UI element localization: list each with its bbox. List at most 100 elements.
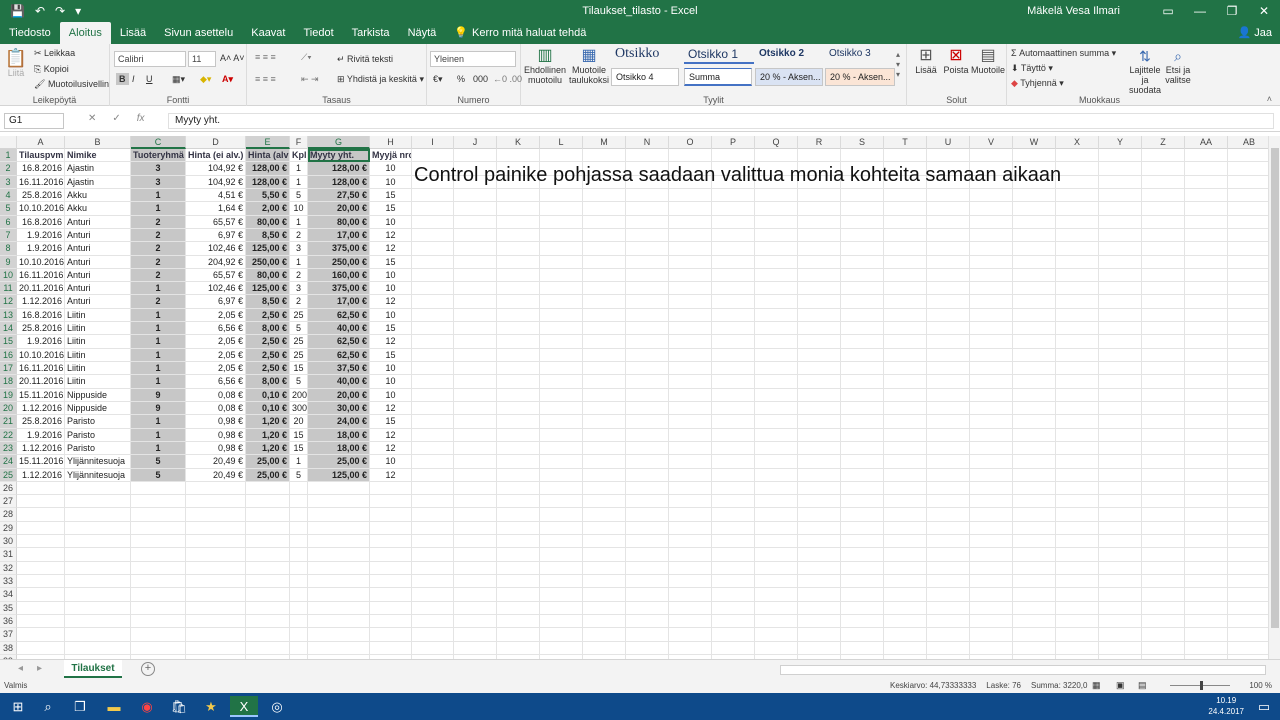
grid-cell[interactable] (1013, 348, 1056, 362)
grid-cell[interactable] (669, 335, 712, 349)
grid-cell[interactable] (540, 308, 583, 323)
grid-cell[interactable]: Liitin (65, 362, 131, 376)
grid-cell[interactable] (583, 308, 626, 323)
row-header[interactable]: 5 (0, 202, 17, 216)
grid-cell[interactable]: 12 (370, 295, 412, 309)
grid-cell[interactable] (540, 282, 583, 296)
grid-cell[interactable] (454, 308, 497, 323)
grid-cell[interactable] (1185, 188, 1228, 203)
grid-cell[interactable] (712, 561, 755, 575)
grid-cell[interactable]: 1 (290, 455, 308, 469)
grid-cell[interactable] (1056, 521, 1099, 536)
grid-cell[interactable] (370, 495, 412, 509)
grid-cell[interactable] (65, 575, 131, 589)
grid-cell[interactable] (454, 481, 497, 496)
grid-cell[interactable]: Paristo (65, 441, 131, 456)
grid-cell[interactable] (1056, 322, 1099, 336)
grid-cell[interactable] (884, 535, 927, 549)
grid-cell[interactable]: 16.11.2016 (17, 268, 65, 283)
grid-cell[interactable] (970, 628, 1013, 642)
grid-cell[interactable] (540, 255, 583, 269)
grid-cell[interactable] (841, 149, 884, 163)
style-accent-1[interactable]: 20 % - Aksen... (755, 68, 823, 86)
grid-cell[interactable] (884, 308, 927, 323)
grid-cell[interactable] (497, 388, 540, 402)
fill-color-icon[interactable]: ◆▾ (200, 74, 211, 85)
grid-cell[interactable] (454, 588, 497, 602)
grid-cell[interactable] (1013, 362, 1056, 376)
grid-cell[interactable] (370, 575, 412, 589)
grid-cell[interactable] (1099, 308, 1142, 323)
grid-cell[interactable] (1228, 614, 1271, 629)
grid-cell[interactable] (884, 415, 927, 429)
grid-cell[interactable] (1056, 282, 1099, 296)
grid-cell[interactable] (884, 322, 927, 336)
grid-cell[interactable]: 62,50 € (308, 348, 370, 362)
grid-cell[interactable] (669, 202, 712, 216)
styles-more-icon[interactable]: ▴ ▾ ▾ (896, 50, 900, 80)
grid-cell[interactable] (583, 508, 626, 522)
grid-cell[interactable]: 15 (290, 441, 308, 456)
grid-cell[interactable] (497, 348, 540, 362)
grid-cell[interactable] (412, 601, 454, 615)
app-icon[interactable]: ★ (197, 696, 225, 717)
grid-cell[interactable] (970, 508, 1013, 522)
grid-cell[interactable] (798, 322, 841, 336)
grid-cell[interactable] (454, 441, 497, 456)
grid-cell[interactable] (454, 295, 497, 309)
grid-cell[interactable]: 1.9.2016 (17, 242, 65, 256)
grid-cell[interactable] (583, 255, 626, 269)
grid-cell[interactable] (755, 588, 798, 602)
grid-cell[interactable] (454, 428, 497, 442)
grid-cell[interactable] (454, 575, 497, 589)
grid-cell[interactable] (497, 375, 540, 389)
grid-cell[interactable] (497, 415, 540, 429)
grid-cell[interactable] (1013, 242, 1056, 256)
grid-cell[interactable] (841, 362, 884, 376)
grid-cell[interactable] (583, 215, 626, 229)
grid-cell[interactable] (1228, 149, 1271, 163)
grid-cell[interactable] (1099, 588, 1142, 602)
grid-cell[interactable]: 15.11.2016 (17, 388, 65, 402)
grid-cell[interactable] (370, 535, 412, 549)
view-normal-icon[interactable]: ▦ (1092, 680, 1101, 691)
grid-cell[interactable]: 2 (290, 295, 308, 309)
row-header[interactable]: 3 (0, 175, 17, 189)
column-header-i[interactable]: I (412, 136, 454, 149)
grid-cell[interactable] (1013, 375, 1056, 389)
horizontal-align-icons[interactable]: ≡ ≡ ≡ (255, 74, 276, 84)
grid-cell[interactable]: 1 (131, 202, 186, 216)
grid-cell[interactable] (1099, 548, 1142, 562)
grid-cell[interactable] (497, 242, 540, 256)
grid-cell[interactable] (131, 495, 186, 509)
grid-cell[interactable] (927, 375, 970, 389)
grid-cell[interactable]: 10 (370, 375, 412, 389)
column-header-o[interactable]: O (669, 136, 712, 149)
grid-cell[interactable] (1056, 242, 1099, 256)
row-header[interactable]: 6 (0, 215, 17, 229)
grid-cell[interactable] (1185, 348, 1228, 362)
grid-cell[interactable] (1142, 601, 1185, 615)
grid-cell[interactable] (1142, 295, 1185, 309)
grid-cell[interactable] (841, 242, 884, 256)
grid-cell[interactable] (755, 362, 798, 376)
grid-cell[interactable] (454, 282, 497, 296)
grid-cell[interactable] (626, 641, 669, 655)
grid-cell[interactable] (669, 535, 712, 549)
style-heading-1[interactable]: Otsikko 1 (684, 46, 754, 64)
grid-cell[interactable]: 300 (290, 401, 308, 416)
grid-cell[interactable] (798, 628, 841, 642)
grid-cell[interactable] (927, 188, 970, 203)
grid-cell[interactable] (755, 495, 798, 509)
grid-cell[interactable]: 30,00 € (308, 401, 370, 416)
grid-cell[interactable] (712, 495, 755, 509)
grid-cell[interactable] (755, 441, 798, 456)
grid-cell[interactable] (626, 508, 669, 522)
vertical-scrollbar[interactable] (1268, 136, 1280, 659)
grid-cell[interactable] (798, 282, 841, 296)
grid-cell[interactable] (246, 561, 290, 575)
file-explorer-icon[interactable]: ▬ (100, 696, 128, 717)
column-header-a[interactable]: A (17, 136, 65, 149)
grid-cell[interactable]: 2 (131, 242, 186, 256)
grid-cell[interactable] (1056, 401, 1099, 416)
